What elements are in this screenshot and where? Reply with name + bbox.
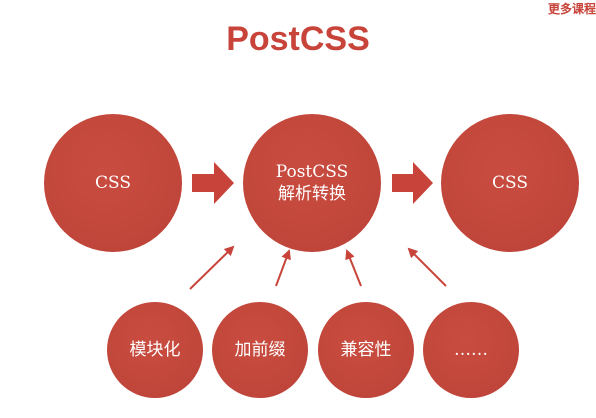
flow-arrow-input-to-process bbox=[192, 162, 234, 204]
plugin-arrow-modules bbox=[189, 245, 235, 290]
plugin-arrow-compat bbox=[345, 249, 362, 287]
plugin-arrow-more bbox=[407, 247, 447, 287]
flow-arrow-process-to-output bbox=[392, 162, 433, 204]
diagram-arrows bbox=[189, 162, 447, 290]
plugin-arrow-prefix bbox=[275, 249, 291, 287]
